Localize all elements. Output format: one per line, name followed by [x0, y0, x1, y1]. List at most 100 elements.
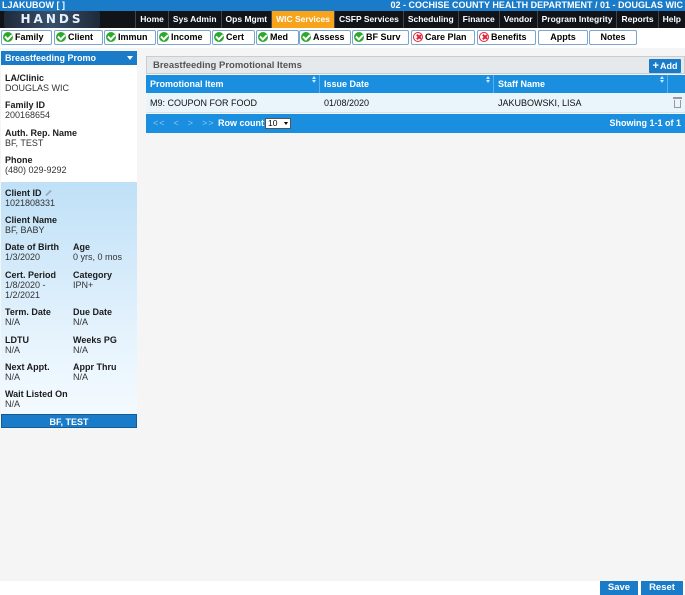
wait-listed-field: Wait Listed On N/A — [5, 389, 68, 409]
term-date-value: N/A — [5, 317, 21, 327]
tab-family[interactable]: Family — [1, 30, 52, 45]
category-value: IPN+ — [73, 280, 94, 290]
tab-immun[interactable]: Immun — [104, 30, 156, 45]
tab-label: Assess — [313, 32, 345, 42]
age-field: Age 0 yrs, 0 mos — [73, 242, 122, 262]
column-promotional-item[interactable]: Promotional Item — [146, 75, 320, 93]
client-name-footer[interactable]: BF, TEST — [1, 414, 137, 428]
add-button[interactable]: +Add — [649, 59, 681, 73]
auth-rep-field: Auth. Rep. Name BF, TEST — [5, 128, 77, 148]
last-page-button[interactable]: >> — [202, 118, 215, 128]
dob-value: 1/3/2020 — [5, 252, 41, 262]
edit-icon[interactable] — [44, 189, 52, 197]
sort-icon — [660, 76, 664, 83]
error-icon — [479, 32, 489, 42]
ldtu-field: LDTU N/A — [5, 335, 29, 355]
menu-wic-services[interactable]: WIC Services — [271, 11, 334, 28]
menu-scheduling[interactable]: Scheduling — [402, 11, 458, 28]
client-id-field: Client ID 1021808331 — [5, 188, 55, 208]
term-date-field: Term. Date N/A — [5, 307, 51, 327]
appr-thru-field: Appr Thru N/A — [73, 362, 117, 382]
family-info-section: LA/Clinic DOUGLAS WIC Family ID 20016865… — [1, 65, 137, 182]
check-icon — [301, 32, 311, 42]
next-page-button[interactable]: > — [188, 118, 194, 128]
column-staff-name[interactable]: Staff Name — [494, 75, 668, 93]
reset-button[interactable]: Reset — [641, 581, 683, 595]
tab-care-plan[interactable]: Care Plan — [411, 30, 475, 45]
menu-vendor[interactable]: Vendor — [498, 11, 537, 28]
menu-reports[interactable]: Reports — [616, 11, 657, 28]
tab-label: Client — [68, 32, 94, 42]
client-name-value: BF, BABY — [5, 225, 45, 235]
plus-icon: + — [652, 60, 659, 72]
weeks-pg-label: Weeks PG — [73, 335, 117, 345]
tab-label: Benefits — [491, 32, 527, 42]
client-info-section: Client ID 1021808331 Client Name BF, BAB… — [1, 182, 137, 413]
row-count-select[interactable]: 10 — [265, 118, 291, 129]
cert-period-end: 1/2/2021 — [5, 290, 41, 300]
category-label: Category — [73, 270, 113, 280]
prev-page-button[interactable]: < — [174, 118, 180, 128]
cert-period-start: 1/8/2020 - — [5, 280, 46, 290]
appr-thru-value: N/A — [73, 372, 89, 382]
row-count-label: Row count: — [218, 118, 267, 128]
column-label: Issue Date — [324, 79, 370, 89]
client-name-field: Client Name BF, BABY — [5, 215, 57, 235]
check-icon — [258, 32, 268, 42]
tab-notes[interactable]: Notes — [589, 30, 637, 45]
column-issue-date[interactable]: Issue Date — [320, 75, 494, 93]
ldtu-value: N/A — [5, 345, 21, 355]
menu-help[interactable]: Help — [657, 11, 685, 28]
tab-label: BF Surv — [366, 32, 401, 42]
tab-appts[interactable]: Appts — [538, 30, 588, 45]
check-icon — [3, 32, 13, 42]
check-icon — [106, 32, 116, 42]
tab-label: Care Plan — [425, 32, 467, 42]
panel-header: Breastfeeding Promotional Items +Add — [146, 56, 685, 74]
tab-cert[interactable]: Cert — [212, 30, 255, 45]
sidebar-dropdown-label: Breastfeeding Promo — [5, 53, 97, 63]
grid-pager: << < > >> Row count: 10 Showing 1-1 of 1 — [146, 114, 685, 133]
table-row[interactable]: M9: COUPON FOR FOOD 01/08/2020 JAKUBOWSK… — [146, 93, 685, 113]
weeks-pg-value: N/A — [73, 345, 89, 355]
due-date-label: Due Date — [73, 307, 113, 317]
column-label: Staff Name — [498, 79, 546, 89]
department-label: 02 - COCHISE COUNTY HEALTH DEPARTMENT / … — [390, 0, 683, 10]
check-icon — [56, 32, 66, 42]
tab-label: Immun — [118, 32, 148, 42]
tab-med[interactable]: Med — [256, 30, 299, 45]
phone-field: Phone (480) 029-9292 — [5, 155, 67, 175]
dob-field: Date of Birth 1/3/2020 — [5, 242, 59, 262]
first-page-button[interactable]: << — [153, 118, 166, 128]
tab-bf-surv[interactable]: BF Surv — [352, 30, 409, 45]
menu-ops-mgmt[interactable]: Ops Mgmt — [220, 11, 272, 28]
menu-csfp-services[interactable]: CSFP Services — [333, 11, 403, 28]
menu-home[interactable]: Home — [135, 11, 168, 28]
due-date-value: N/A — [73, 317, 89, 327]
category-field: Category IPN+ — [73, 270, 112, 290]
trash-icon[interactable] — [673, 97, 682, 108]
sort-icon — [312, 76, 316, 83]
weeks-pg-field: Weeks PG N/A — [73, 335, 117, 355]
menu-program-integrity[interactable]: Program Integrity — [536, 11, 617, 28]
save-button[interactable]: Save — [600, 581, 638, 595]
main-menu: Home Sys Admin Ops Mgmt WIC Services CSF… — [135, 11, 685, 28]
sidebar-page-dropdown[interactable]: Breastfeeding Promo — [1, 51, 137, 65]
menu-sys-admin[interactable]: Sys Admin — [167, 11, 221, 28]
tab-benefits[interactable]: Benefits — [477, 30, 536, 45]
family-id-label: Family ID — [5, 100, 46, 110]
menu-finance[interactable]: Finance — [457, 11, 499, 28]
sort-icon — [486, 76, 490, 83]
age-label: Age — [73, 242, 91, 252]
error-icon — [413, 32, 423, 42]
promotional-items-panel: Breastfeeding Promotional Items +Add Pro… — [146, 56, 685, 136]
phone-label: Phone — [5, 155, 33, 165]
tab-client[interactable]: Client — [54, 30, 103, 45]
auth-rep-value: BF, TEST — [5, 138, 44, 148]
la-clinic-field: LA/Clinic DOUGLAS WIC — [5, 73, 69, 93]
tab-assess[interactable]: Assess — [299, 30, 351, 45]
tab-income[interactable]: Income — [157, 30, 211, 45]
chevron-down-icon — [127, 56, 133, 60]
ldtu-label: LDTU — [5, 335, 29, 345]
showing-count: Showing 1-1 of 1 — [609, 118, 681, 128]
